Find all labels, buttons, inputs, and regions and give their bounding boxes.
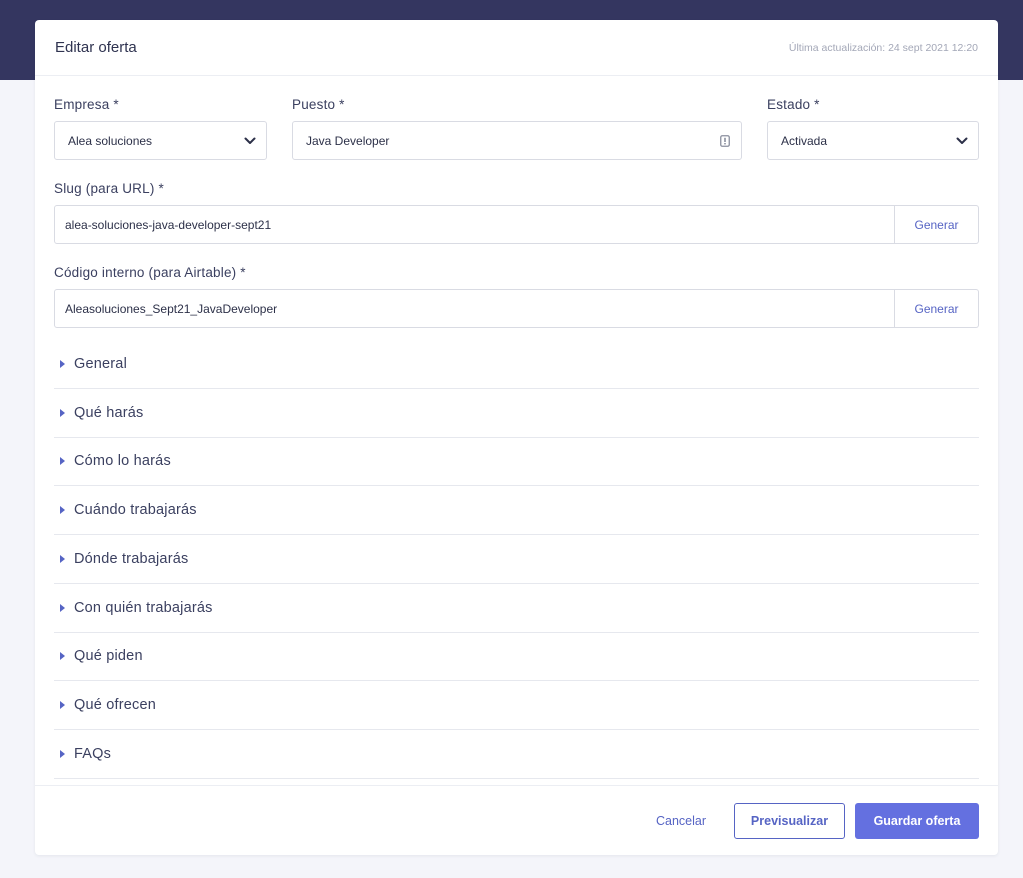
caret-right-icon (60, 603, 65, 612)
form-body: Empresa * Alea soluciones Puesto * Java … (35, 96, 998, 779)
codigo-label: Código interno (para Airtable) * (54, 265, 246, 280)
preview-button[interactable]: Previsualizar (734, 802, 845, 839)
caret-right-icon (60, 554, 65, 563)
estado-select[interactable]: Activada (767, 121, 979, 160)
section-label: Qué ofrecen (74, 697, 156, 714)
caret-right-icon (60, 359, 65, 368)
caret-right-icon (60, 652, 65, 661)
section-faqs[interactable]: FAQs (54, 730, 979, 779)
section-label: General (74, 355, 127, 372)
card-footer: Cancelar Previsualizar Guardar oferta (35, 785, 998, 855)
puesto-value: Java Developer (306, 133, 390, 148)
slug-input-group: alea-soluciones-java-developer-sept21 Ge… (54, 205, 979, 244)
section-que-haras[interactable]: Qué harás (54, 389, 979, 438)
caret-right-icon (60, 408, 65, 417)
chevron-down-icon (956, 135, 968, 147)
section-que-ofrecen[interactable]: Qué ofrecen (54, 681, 979, 730)
estado-label: Estado * (767, 97, 820, 112)
codigo-generate-button[interactable]: Generar (895, 289, 979, 328)
codigo-input-group: Aleasoluciones_Sept21_JavaDeveloper Gene… (54, 289, 979, 328)
chevron-down-icon (244, 135, 256, 147)
caret-right-icon (60, 701, 65, 710)
card-header: Editar oferta Última actualización: 24 s… (35, 20, 998, 76)
section-como-lo-haras[interactable]: Cómo lo harás (54, 438, 979, 487)
slug-value: alea-soluciones-java-developer-sept21 (65, 217, 272, 232)
caret-right-icon (60, 457, 65, 466)
cancel-button[interactable]: Cancelar (656, 814, 706, 828)
section-label: Qué harás (74, 404, 144, 421)
empresa-label: Empresa * (54, 97, 119, 112)
section-cuando-trabajaras[interactable]: Cuándo trabajarás (54, 486, 979, 535)
text-field-icon (719, 134, 731, 147)
section-con-quien-trabajaras[interactable]: Con quién trabajarás (54, 584, 979, 633)
page-title: Editar oferta (55, 39, 137, 56)
section-donde-trabajaras[interactable]: Dónde trabajarás (54, 535, 979, 584)
empresa-select[interactable]: Alea soluciones (54, 121, 267, 160)
slug-label: Slug (para URL) * (54, 181, 164, 196)
puesto-input[interactable]: Java Developer (292, 121, 742, 160)
empresa-value: Alea soluciones (68, 133, 153, 148)
codigo-value: Aleasoluciones_Sept21_JavaDeveloper (65, 301, 278, 316)
slug-input[interactable]: alea-soluciones-java-developer-sept21 (54, 205, 895, 244)
puesto-label: Puesto * (292, 97, 345, 112)
caret-right-icon (60, 749, 65, 758)
empresa-field: Empresa * Alea soluciones (54, 96, 267, 160)
slug-field: Slug (para URL) * alea-soluciones-java-d… (54, 180, 979, 244)
section-label: FAQs (74, 745, 112, 762)
section-que-piden[interactable]: Qué piden (54, 633, 979, 682)
codigo-input[interactable]: Aleasoluciones_Sept21_JavaDeveloper (54, 289, 895, 328)
section-general[interactable]: General (54, 340, 979, 389)
edit-offer-card: Editar oferta Última actualización: 24 s… (35, 20, 998, 855)
top-fields-row: Empresa * Alea soluciones Puesto * Java … (54, 96, 979, 160)
save-offer-button[interactable]: Guardar oferta (855, 802, 979, 839)
caret-right-icon (60, 506, 65, 515)
estado-value: Activada (781, 133, 828, 148)
section-label: Dónde trabajarás (74, 550, 189, 567)
estado-field: Estado * Activada (767, 96, 979, 160)
section-label: Qué piden (74, 648, 143, 665)
section-label: Cómo lo harás (74, 453, 171, 470)
codigo-field: Código interno (para Airtable) * Aleasol… (54, 264, 979, 328)
slug-generate-button[interactable]: Generar (895, 205, 979, 244)
last-updated-text: Última actualización: 24 sept 2021 12:20 (788, 41, 978, 54)
collapsible-sections: General Qué harás Cómo lo harás Cuándo t… (54, 340, 979, 779)
section-label: Cuándo trabajarás (74, 502, 197, 519)
section-label: Con quién trabajarás (74, 599, 213, 616)
puesto-field: Puesto * Java Developer (292, 96, 742, 160)
